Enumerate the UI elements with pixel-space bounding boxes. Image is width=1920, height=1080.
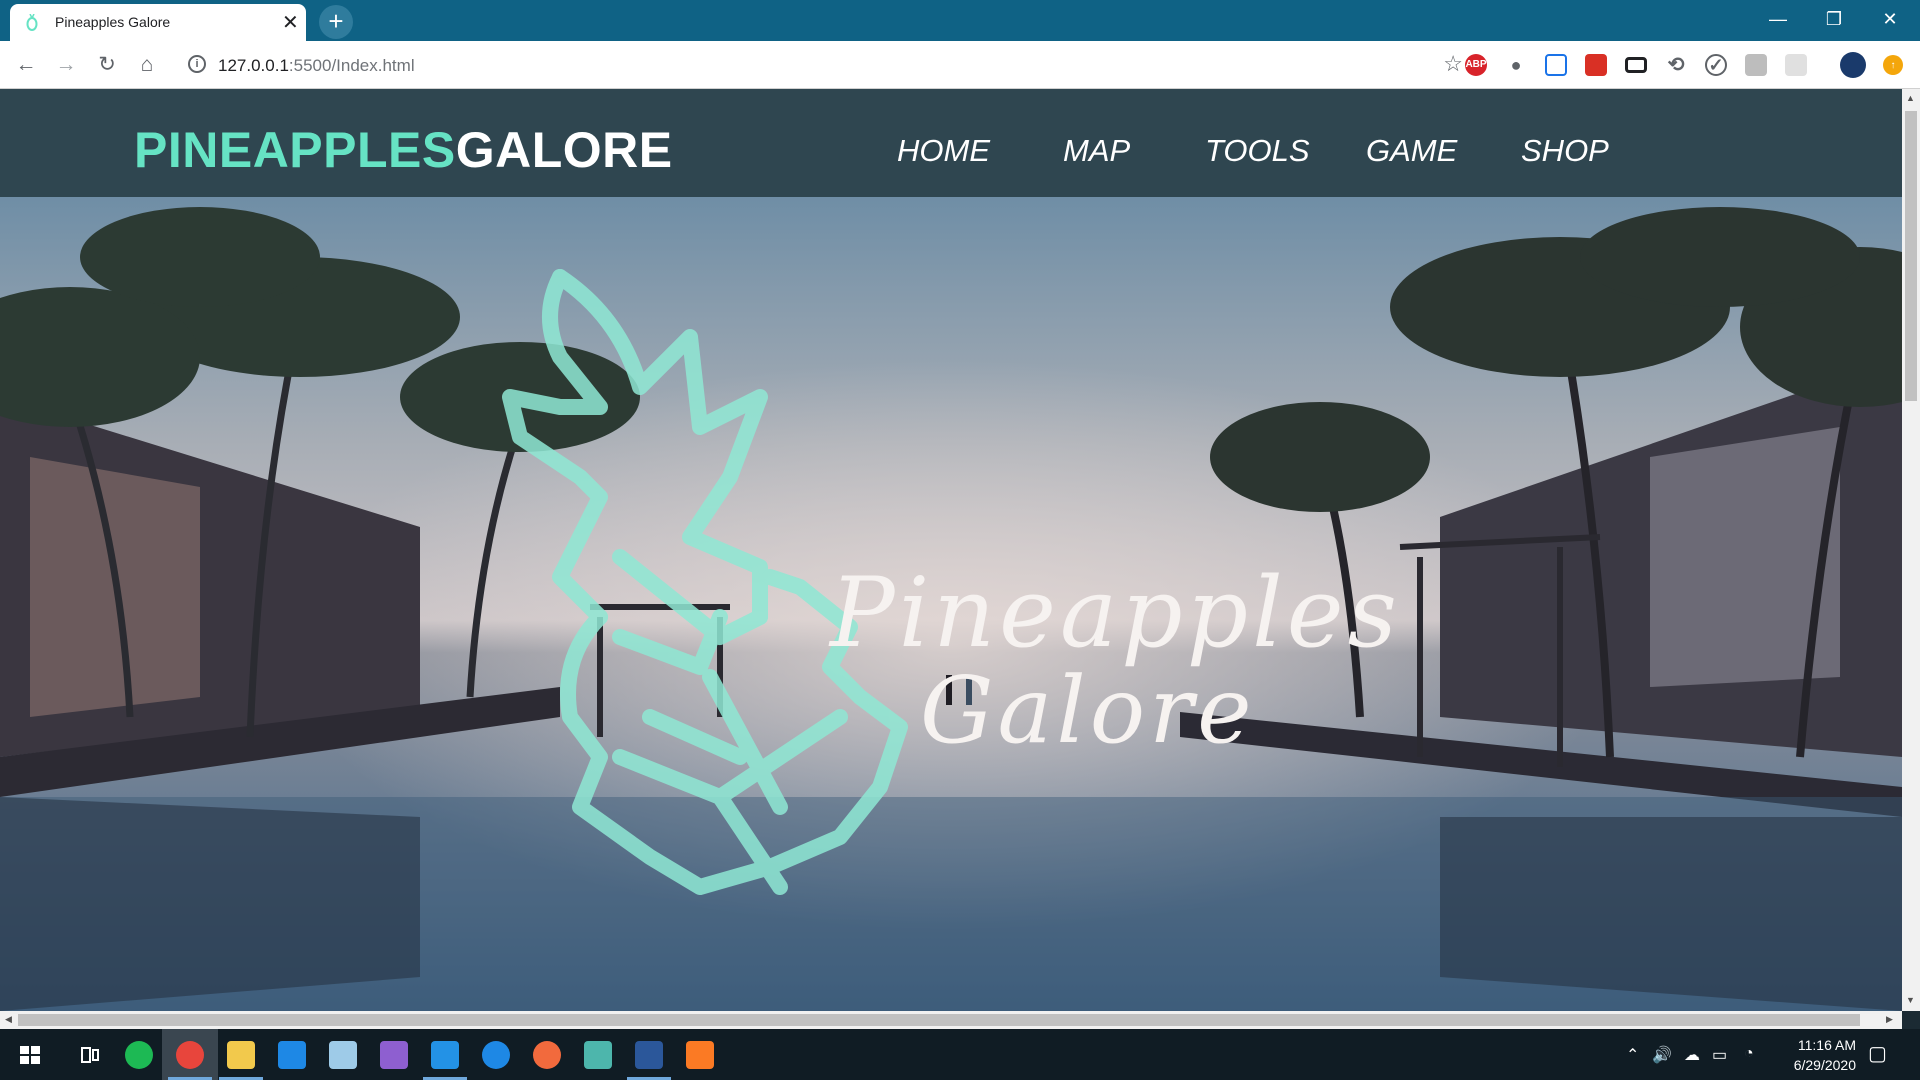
site-info-icon[interactable]: i xyxy=(188,55,206,73)
back-arrow-icon[interactable]: ← xyxy=(12,51,40,79)
restore-button[interactable]: ❐ xyxy=(1806,0,1862,41)
hero-title-line1: Pineapples xyxy=(830,557,1401,669)
check-icon[interactable]: ✓ xyxy=(1705,54,1727,76)
capture-icon[interactable] xyxy=(1545,54,1567,76)
update-icon[interactable]: ↑ xyxy=(1883,55,1903,75)
browser-toolbar: ← → ↻ ⌂ i 127.0.0.1:5500/Index.html ☆ AB… xyxy=(0,41,1920,89)
nav-map[interactable]: MAP xyxy=(1063,133,1130,169)
windows-logo-icon xyxy=(20,1046,40,1064)
taskbar: ⌃ 🔊 ☁ ▭ ◔ 11:16 AM 6/29/2020 ▢ xyxy=(0,1029,1920,1080)
close-window-button[interactable]: ✕ xyxy=(1862,0,1918,41)
clock-date: 6/29/2020 xyxy=(1793,1057,1856,1073)
file-explorer-taskbar-button[interactable] xyxy=(213,1029,269,1080)
compass-app-icon xyxy=(533,1041,561,1069)
visual-studio-taskbar-button[interactable] xyxy=(366,1029,422,1080)
scroll-left-icon[interactable]: ◀ xyxy=(5,1014,12,1025)
bookmark-star-icon[interactable]: ☆ xyxy=(1443,51,1463,77)
cube-app-taskbar-button[interactable] xyxy=(315,1029,371,1080)
profile-avatar[interactable] xyxy=(1840,52,1866,78)
vertical-scroll-thumb[interactable] xyxy=(1905,111,1917,401)
task-view-button[interactable] xyxy=(62,1029,118,1080)
fullscreen-icon[interactable] xyxy=(1625,57,1647,73)
brand-part2: GALORE xyxy=(455,122,673,178)
adblock-plus-icon[interactable]: ABP xyxy=(1465,54,1487,76)
bookmark-red-icon[interactable] xyxy=(1585,54,1607,76)
scroll-right-icon[interactable]: ▶ xyxy=(1886,1014,1893,1025)
clock-time: 11:16 AM xyxy=(1797,1037,1856,1053)
start-button[interactable] xyxy=(2,1029,58,1080)
nav-game[interactable]: GAME xyxy=(1366,133,1457,169)
forward-arrow-icon[interactable]: → xyxy=(52,51,80,79)
extension-light-icon[interactable] xyxy=(1785,54,1807,76)
sync-icon[interactable]: ⟲ xyxy=(1665,54,1687,76)
plus-icon: + xyxy=(328,6,344,36)
chrome-icon xyxy=(176,1041,204,1069)
visual-studio-icon xyxy=(380,1041,408,1069)
terminal-app-taskbar-button[interactable] xyxy=(570,1029,626,1080)
url-text: 127.0.0.1:5500/Index.html xyxy=(218,56,415,75)
file-explorer-icon xyxy=(227,1041,255,1069)
volume-icon[interactable]: 🔊 xyxy=(1652,1045,1672,1065)
nav-tools[interactable]: TOOLS xyxy=(1205,133,1310,169)
maps-pin-icon xyxy=(482,1041,510,1069)
hero-title-line2: Galore xyxy=(920,657,1256,764)
wifi-icon[interactable]: ◔ xyxy=(1744,1045,1754,1063)
vscode-taskbar-button[interactable] xyxy=(417,1029,473,1080)
home-icon[interactable]: ⌂ xyxy=(133,51,161,79)
chrome-taskbar-button[interactable] xyxy=(162,1029,218,1080)
taskbar-clock[interactable]: 11:16 AM 6/29/2020 xyxy=(1794,1035,1856,1075)
xampp-icon xyxy=(686,1041,714,1069)
scroll-down-icon[interactable]: ▼ xyxy=(1906,995,1915,1005)
reload-icon[interactable]: ↻ xyxy=(93,51,121,79)
onedrive-icon[interactable]: ☁ xyxy=(1684,1045,1700,1065)
close-icon: ✕ xyxy=(1882,9,1898,29)
spotify-taskbar-button[interactable] xyxy=(111,1029,167,1080)
restore-icon: ❐ xyxy=(1825,9,1843,29)
edge-taskbar-button[interactable] xyxy=(264,1029,320,1080)
nav-home[interactable]: HOME xyxy=(897,133,990,169)
horizontal-scroll-thumb[interactable] xyxy=(18,1014,1860,1026)
spotify-icon xyxy=(125,1041,153,1069)
xampp-taskbar-button[interactable] xyxy=(672,1029,728,1080)
notifications-icon[interactable]: ▢ xyxy=(1868,1041,1887,1066)
tab-close-icon[interactable]: ✕ xyxy=(282,10,299,35)
brand-part1: PINEAPPLES xyxy=(134,122,456,178)
page-viewport: PINEAPPLESGALORE HOME MAP TOOLS GAME SHO… xyxy=(0,89,1902,1011)
minimize-button[interactable]: — xyxy=(1750,0,1806,41)
nav-shop[interactable]: SHOP xyxy=(1521,133,1609,169)
site-logo[interactable]: PINEAPPLESGALORE xyxy=(134,121,673,179)
tab-title: Pineapples Galore xyxy=(55,14,171,30)
compass-app-taskbar-button[interactable] xyxy=(519,1029,575,1080)
battery-icon[interactable]: ▭ xyxy=(1712,1045,1727,1065)
maps-pin-taskbar-button[interactable] xyxy=(468,1029,524,1080)
address-bar[interactable]: i 127.0.0.1:5500/Index.html ☆ xyxy=(180,46,1463,84)
extension-gray-icon[interactable] xyxy=(1745,54,1767,76)
hero-banner: Pineapples Galore xyxy=(0,197,1902,1011)
word-taskbar-button[interactable] xyxy=(621,1029,677,1080)
task-view-icon xyxy=(81,1047,99,1063)
site-header: PINEAPPLESGALORE HOME MAP TOOLS GAME SHO… xyxy=(0,89,1902,197)
vscode-icon xyxy=(431,1041,459,1069)
word-icon xyxy=(635,1041,663,1069)
lightbulb-icon[interactable]: ● xyxy=(1505,54,1527,76)
scroll-up-icon[interactable]: ▲ xyxy=(1906,93,1915,103)
browser-tab-strip: Pineapples Galore ✕ + — ❐ ✕ xyxy=(0,0,1920,41)
vertical-scrollbar[interactable]: ▲ ▼ xyxy=(1902,89,1920,1011)
pineapple-favicon-icon xyxy=(26,14,38,31)
cube-app-icon xyxy=(329,1041,357,1069)
browser-tab[interactable]: Pineapples Galore ✕ xyxy=(10,4,306,41)
horizontal-scrollbar[interactable]: ◀ ▶ xyxy=(0,1011,1902,1029)
tray-chevron-icon[interactable]: ⌃ xyxy=(1626,1045,1639,1065)
new-tab-button[interactable]: + xyxy=(319,5,353,39)
minimize-icon: — xyxy=(1769,9,1787,29)
terminal-app-icon xyxy=(584,1041,612,1069)
edge-icon xyxy=(278,1041,306,1069)
